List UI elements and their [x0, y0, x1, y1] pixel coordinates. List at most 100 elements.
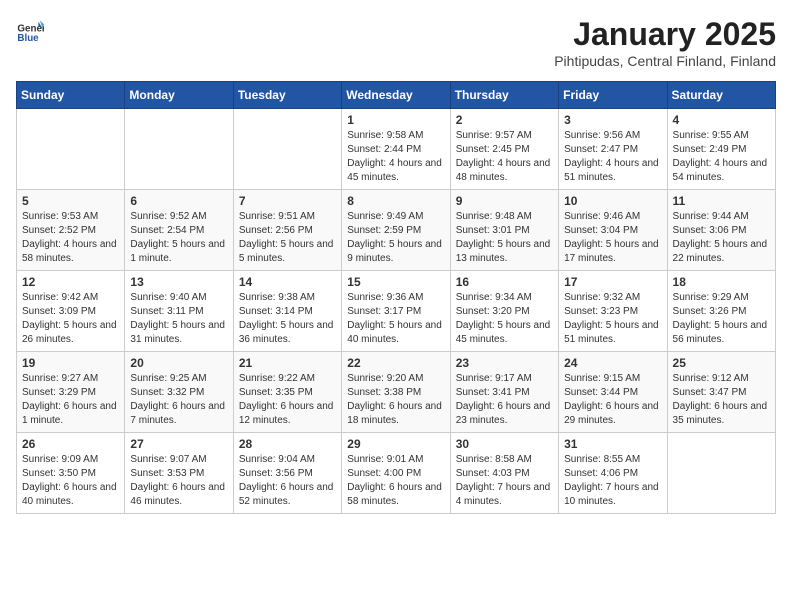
day-info: Sunrise: 9:38 AM Sunset: 3:14 PM Dayligh… [239, 291, 336, 347]
calendar-cell: 8 Sunrise: 9:49 AM Sunset: 2:59 PM Daylig… [342, 190, 450, 271]
day-info: Sunrise: 9:34 AM Sunset: 3:20 PM Dayligh… [456, 291, 553, 347]
location-title: Pihtipudas, Central Finland, Finland [554, 53, 776, 69]
calendar-cell: 22Sunrise: 9:20 AM Sunset: 3:38 PM Dayli… [342, 352, 450, 433]
calendar-cell: 29 Sunrise: 9:01 AM Sunset: 4:00 PM Dayli… [342, 433, 450, 514]
calendar-cell [125, 109, 233, 190]
day-number: 2 [456, 113, 553, 127]
calendar-cell: 19 Sunrise: 9:27 AM Sunset: 3:29 PM Dayli… [17, 352, 125, 433]
day-info: Sunrise: 9:09 AM Sunset: 3:50 PM Dayligh… [22, 453, 119, 509]
calendar-cell: 17Sunrise: 9:32 AM Sunset: 3:23 PM Dayli… [559, 271, 667, 352]
day-number: 28 [239, 437, 336, 451]
calendar-cell: 25Sunrise: 9:12 AM Sunset: 3:47 PM Dayli… [667, 352, 775, 433]
day-info: Sunrise: 9:36 AM Sunset: 3:17 PM Dayligh… [347, 291, 444, 347]
day-info: Sunrise: 9:57 AM Sunset: 2:45 PM Dayligh… [456, 129, 553, 185]
day-number: 8 [347, 194, 444, 208]
calendar-cell: 7Sunrise: 9:51 AM Sunset: 2:56 PM Daylig… [233, 190, 341, 271]
calendar-cell [667, 433, 775, 514]
calendar-cell: 16 Sunrise: 9:34 AM Sunset: 3:20 PM Dayli… [450, 271, 558, 352]
calendar-cell [233, 109, 341, 190]
day-info: Sunrise: 9:29 AM Sunset: 3:26 PM Dayligh… [673, 291, 770, 347]
day-number: 18 [673, 275, 770, 289]
day-info: Sunrise: 9:01 AM Sunset: 4:00 PM Dayligh… [347, 453, 444, 509]
calendar-cell: 27 Sunrise: 9:07 AM Sunset: 3:53 PM Dayli… [125, 433, 233, 514]
day-info: Sunrise: 9:49 AM Sunset: 2:59 PM Dayligh… [347, 210, 444, 266]
day-info: Sunrise: 8:55 AM Sunset: 4:06 PM Dayligh… [564, 453, 661, 509]
day-number: 3 [564, 113, 661, 127]
day-number: 14 [239, 275, 336, 289]
day-info: Sunrise: 9:25 AM Sunset: 3:32 PM Dayligh… [130, 372, 227, 428]
day-number: 26 [22, 437, 119, 451]
calendar-week-row: 1 Sunrise: 9:58 AM Sunset: 2:44 PM Daylig… [17, 109, 776, 190]
calendar-cell: 12 Sunrise: 9:42 AM Sunset: 3:09 PM Dayli… [17, 271, 125, 352]
day-info: Sunrise: 9:27 AM Sunset: 3:29 PM Dayligh… [22, 372, 119, 428]
calendar-cell: 5 Sunrise: 9:53 AM Sunset: 2:52 PM Daylig… [17, 190, 125, 271]
calendar-cell [17, 109, 125, 190]
day-number: 21 [239, 356, 336, 370]
calendar-cell: 3Sunrise: 9:56 AM Sunset: 2:47 PM Daylig… [559, 109, 667, 190]
calendar-cell: 31 Sunrise: 8:55 AM Sunset: 4:06 PM Dayli… [559, 433, 667, 514]
day-info: Sunrise: 9:51 AM Sunset: 2:56 PM Dayligh… [239, 210, 336, 266]
weekday-header: Monday [125, 82, 233, 109]
day-number: 6 [130, 194, 227, 208]
day-number: 5 [22, 194, 119, 208]
weekday-header: Thursday [450, 82, 558, 109]
weekday-header: Sunday [17, 82, 125, 109]
day-info: Sunrise: 9:58 AM Sunset: 2:44 PM Dayligh… [347, 129, 444, 185]
calendar-cell: 9Sunrise: 9:48 AM Sunset: 3:01 PM Daylig… [450, 190, 558, 271]
day-info: Sunrise: 9:55 AM Sunset: 2:49 PM Dayligh… [673, 129, 770, 185]
calendar-cell: 6 Sunrise: 9:52 AM Sunset: 2:54 PM Daylig… [125, 190, 233, 271]
calendar-cell: 13 Sunrise: 9:40 AM Sunset: 3:11 PM Dayli… [125, 271, 233, 352]
day-number: 1 [347, 113, 444, 127]
day-number: 4 [673, 113, 770, 127]
calendar-week-row: 26 Sunrise: 9:09 AM Sunset: 3:50 PM Dayli… [17, 433, 776, 514]
day-number: 10 [564, 194, 661, 208]
calendar-cell: 18 Sunrise: 9:29 AM Sunset: 3:26 PM Dayli… [667, 271, 775, 352]
calendar-table: SundayMondayTuesdayWednesdayThursdayFrid… [16, 81, 776, 514]
calendar-week-row: 19 Sunrise: 9:27 AM Sunset: 3:29 PM Dayli… [17, 352, 776, 433]
calendar-week-row: 5 Sunrise: 9:53 AM Sunset: 2:52 PM Daylig… [17, 190, 776, 271]
day-info: Sunrise: 9:04 AM Sunset: 3:56 PM Dayligh… [239, 453, 336, 509]
weekday-header: Friday [559, 82, 667, 109]
title-block: January 2025 Pihtipudas, Central Finland… [554, 16, 776, 69]
calendar-cell: 21Sunrise: 9:22 AM Sunset: 3:35 PM Dayli… [233, 352, 341, 433]
day-number: 30 [456, 437, 553, 451]
calendar-cell: 28 Sunrise: 9:04 AM Sunset: 3:56 PM Dayli… [233, 433, 341, 514]
day-info: Sunrise: 9:12 AM Sunset: 3:47 PM Dayligh… [673, 372, 770, 428]
logo-icon: General Blue [16, 16, 44, 44]
calendar-cell: 26 Sunrise: 9:09 AM Sunset: 3:50 PM Dayli… [17, 433, 125, 514]
day-number: 31 [564, 437, 661, 451]
day-number: 29 [347, 437, 444, 451]
day-info: Sunrise: 9:15 AM Sunset: 3:44 PM Dayligh… [564, 372, 661, 428]
day-info: Sunrise: 9:20 AM Sunset: 3:38 PM Dayligh… [347, 372, 444, 428]
day-number: 17 [564, 275, 661, 289]
day-info: Sunrise: 9:52 AM Sunset: 2:54 PM Dayligh… [130, 210, 227, 266]
day-number: 20 [130, 356, 227, 370]
logo: General Blue [16, 16, 44, 44]
day-info: Sunrise: 9:53 AM Sunset: 2:52 PM Dayligh… [22, 210, 119, 266]
day-info: Sunrise: 8:58 AM Sunset: 4:03 PM Dayligh… [456, 453, 553, 509]
day-info: Sunrise: 9:07 AM Sunset: 3:53 PM Dayligh… [130, 453, 227, 509]
day-info: Sunrise: 9:48 AM Sunset: 3:01 PM Dayligh… [456, 210, 553, 266]
calendar-cell: 30 Sunrise: 8:58 AM Sunset: 4:03 PM Dayli… [450, 433, 558, 514]
day-number: 16 [456, 275, 553, 289]
day-info: Sunrise: 9:46 AM Sunset: 3:04 PM Dayligh… [564, 210, 661, 266]
day-number: 12 [22, 275, 119, 289]
day-number: 27 [130, 437, 227, 451]
day-info: Sunrise: 9:42 AM Sunset: 3:09 PM Dayligh… [22, 291, 119, 347]
calendar-cell: 10 Sunrise: 9:46 AM Sunset: 3:04 PM Dayli… [559, 190, 667, 271]
day-number: 11 [673, 194, 770, 208]
day-number: 19 [22, 356, 119, 370]
calendar-cell: 2 Sunrise: 9:57 AM Sunset: 2:45 PM Daylig… [450, 109, 558, 190]
weekday-header: Wednesday [342, 82, 450, 109]
day-info: Sunrise: 9:40 AM Sunset: 3:11 PM Dayligh… [130, 291, 227, 347]
page-header: General Blue January 2025 Pihtipudas, Ce… [16, 16, 776, 69]
day-number: 24 [564, 356, 661, 370]
month-title: January 2025 [554, 16, 776, 53]
calendar-cell: 15 Sunrise: 9:36 AM Sunset: 3:17 PM Dayli… [342, 271, 450, 352]
weekday-header: Saturday [667, 82, 775, 109]
day-number: 15 [347, 275, 444, 289]
calendar-week-row: 12 Sunrise: 9:42 AM Sunset: 3:09 PM Dayli… [17, 271, 776, 352]
day-number: 13 [130, 275, 227, 289]
calendar-cell: 14 Sunrise: 9:38 AM Sunset: 3:14 PM Dayli… [233, 271, 341, 352]
calendar-header-row: SundayMondayTuesdayWednesdayThursdayFrid… [17, 82, 776, 109]
